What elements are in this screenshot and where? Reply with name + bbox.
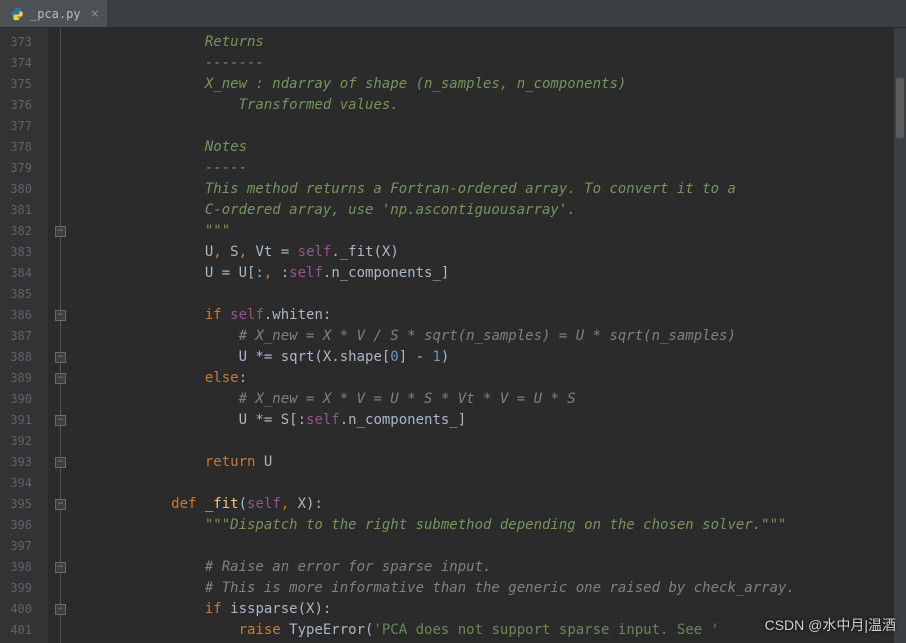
fold-marker[interactable]: − [55, 310, 66, 321]
code-line[interactable] [70, 536, 906, 557]
close-icon[interactable]: × [91, 6, 99, 22]
line-number: 376 [0, 95, 48, 116]
line-number: 399 [0, 578, 48, 599]
code-line[interactable]: """Dispatch to the right submethod depen… [70, 515, 906, 536]
fold-column: − − − − − − − − − [48, 28, 66, 643]
line-number: 396 [0, 515, 48, 536]
fold-guide-line [60, 28, 61, 643]
line-number: 384 [0, 263, 48, 284]
line-number: 401 [0, 620, 48, 641]
line-number: 386 [0, 305, 48, 326]
code-line[interactable]: ----- [70, 158, 906, 179]
tab-filename: _pca.py [30, 7, 81, 21]
line-number: 394 [0, 473, 48, 494]
fold-marker[interactable]: − [55, 352, 66, 363]
fold-marker[interactable]: − [55, 499, 66, 510]
fold-marker[interactable]: − [55, 562, 66, 573]
code-line[interactable]: U *= S[:self.n_components_] [70, 410, 906, 431]
line-number: 375 [0, 74, 48, 95]
code-line[interactable]: # Raise an error for sparse input. [70, 557, 906, 578]
fold-marker[interactable]: − [55, 226, 66, 237]
code-line[interactable]: return U [70, 452, 906, 473]
editor: 3733743753763773783793803813823833843853… [0, 28, 906, 643]
line-number: 380 [0, 179, 48, 200]
code-line[interactable]: C-ordered array, use 'np.ascontiguousarr… [70, 200, 906, 221]
line-number: 373 [0, 32, 48, 53]
code-area[interactable]: Returns ------- X_new : ndarray of shape… [66, 28, 906, 643]
line-number: 393 [0, 452, 48, 473]
line-number: 381 [0, 200, 48, 221]
line-number: 383 [0, 242, 48, 263]
line-number: 400 [0, 599, 48, 620]
code-line[interactable]: # X_new = X * V = U * S * Vt * V = U * S [70, 389, 906, 410]
line-number: 392 [0, 431, 48, 452]
fold-marker[interactable]: − [55, 457, 66, 468]
code-line[interactable]: Transformed values. [70, 95, 906, 116]
line-number: 387 [0, 326, 48, 347]
code-line[interactable] [70, 473, 906, 494]
code-line[interactable] [70, 284, 906, 305]
line-number: 390 [0, 389, 48, 410]
line-number: 378 [0, 137, 48, 158]
line-number: 398 [0, 557, 48, 578]
code-line[interactable]: U = U[:, :self.n_components_] [70, 263, 906, 284]
code-line[interactable]: """ [70, 221, 906, 242]
watermark: CSDN @水中月|温酒 [765, 615, 896, 635]
code-line[interactable]: # This is more informative than the gene… [70, 578, 906, 599]
file-tab[interactable]: _pca.py × [0, 0, 107, 27]
line-number: 395 [0, 494, 48, 515]
code-line[interactable]: Returns [70, 32, 906, 53]
code-line[interactable]: def _fit(self, X): [70, 494, 906, 515]
line-number: 379 [0, 158, 48, 179]
line-number: 374 [0, 53, 48, 74]
line-number: 388 [0, 347, 48, 368]
code-line[interactable]: else: [70, 368, 906, 389]
line-number: 389 [0, 368, 48, 389]
code-line[interactable]: U *= sqrt(X.shape[0] - 1) [70, 347, 906, 368]
code-line[interactable]: Notes [70, 137, 906, 158]
vertical-scrollbar[interactable] [894, 28, 906, 643]
code-line[interactable]: if self.whiten: [70, 305, 906, 326]
code-line[interactable]: ------- [70, 53, 906, 74]
code-line[interactable] [70, 431, 906, 452]
code-line[interactable]: # X_new = X * V / S * sqrt(n_samples) = … [70, 326, 906, 347]
code-line[interactable]: U, S, Vt = self._fit(X) [70, 242, 906, 263]
python-icon [10, 7, 24, 21]
tab-bar: _pca.py × [0, 0, 906, 28]
code-line[interactable]: X_new : ndarray of shape (n_samples, n_c… [70, 74, 906, 95]
fold-marker[interactable]: − [55, 604, 66, 615]
code-line[interactable]: This method returns a Fortran-ordered ar… [70, 179, 906, 200]
line-number: 397 [0, 536, 48, 557]
fold-marker[interactable]: − [55, 373, 66, 384]
line-number: 382 [0, 221, 48, 242]
scrollbar-thumb[interactable] [896, 78, 904, 138]
line-number: 377 [0, 116, 48, 137]
fold-marker[interactable]: − [55, 415, 66, 426]
line-number-gutter: 3733743753763773783793803813823833843853… [0, 28, 48, 643]
code-line[interactable] [70, 116, 906, 137]
line-number: 385 [0, 284, 48, 305]
line-number: 391 [0, 410, 48, 431]
